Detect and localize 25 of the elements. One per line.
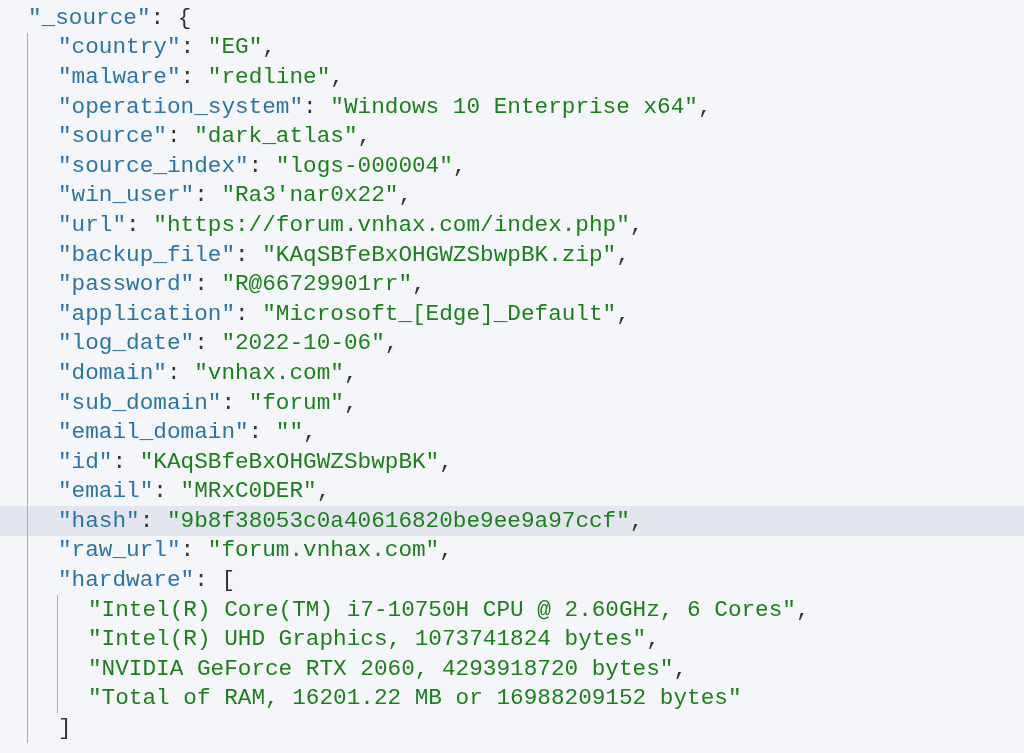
code-line: "operation_system": "Windows 10 Enterprise x64", <box>57 93 712 120</box>
code-line: "source_index": "logs-000004", <box>57 152 467 179</box>
code-line: "hardware": [ <box>57 567 235 594</box>
code-line: ] <box>57 715 72 742</box>
code-line: "malware": "redline", <box>57 64 344 90</box>
code-line: "source": "dark_atlas", <box>57 123 372 150</box>
code-line: "url": "https://forum.vnhax.com/index.php", <box>57 211 644 238</box>
code-line: "_source": { <box>27 4 192 31</box>
code-line: "backup_file": "KAqSBfeBxOHGWZSbwpBK.zip", <box>57 241 630 268</box>
code-line: "Intel(R) UHD Graphics, 1073741824 bytes", <box>87 626 660 653</box>
code-line: "id": "KAqSBfeBxOHGWZSbwpBK", <box>57 448 453 475</box>
code-line: "email_domain": "", <box>57 419 317 446</box>
code-line: "win_user": "Ra3'nar0x22", <box>57 182 412 209</box>
code-line: "application": "Microsoft_[Edge]_Default", <box>57 300 630 327</box>
code-line: "country": "EG", <box>57 34 276 61</box>
code-line: "log_date": "2022-10-06", <box>57 330 399 357</box>
code-line: "Intel(R) Core(TM) i7-10750H CPU @ 2.60GHz, 6 Cores", <box>87 596 810 623</box>
code-line: "password": "R@66729901rr", <box>57 271 426 298</box>
code-line: "domain": "vnhax.com", <box>57 359 358 386</box>
code-line: "NVIDIA GeForce RTX 2060, 4293918720 bytes", <box>87 655 688 682</box>
code-line: "sub_domain": "forum", <box>57 389 358 416</box>
code-line: "email": "MRxC0DER", <box>57 478 331 505</box>
code-line: "Total of RAM, 16201.22 MB or 16988209152 bytes" <box>87 685 742 712</box>
code-line: "hash": "9b8f38053c0a40616820be9ee9a97ccf", <box>57 507 644 534</box>
code-line: "raw_url": "forum.vnhax.com", <box>57 537 453 564</box>
